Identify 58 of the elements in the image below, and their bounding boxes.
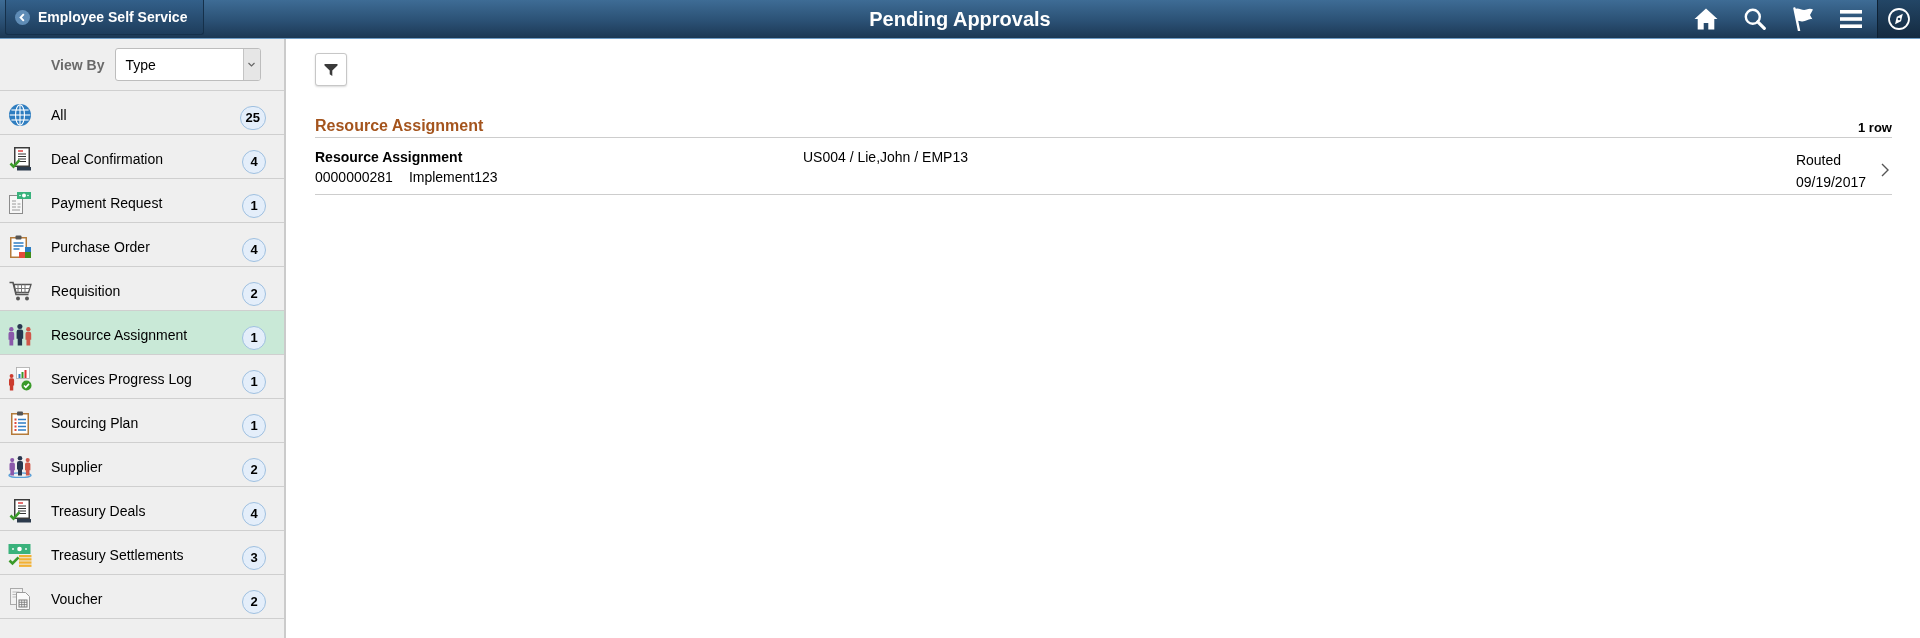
sidebar-item[interactable]: Deal Confirmation 4 (0, 135, 284, 179)
cart-icon (8, 280, 32, 301)
document-check-icon (9, 498, 31, 523)
sidebar-item[interactable]: Purchase Order 4 (0, 223, 284, 267)
count-badge: 25 (239, 105, 266, 130)
people-icon (8, 323, 32, 346)
assignee-text: US004 / Lie,John / EMP13 (803, 148, 968, 167)
menu-icon[interactable] (1840, 10, 1862, 28)
count-badge: 4 (242, 149, 266, 174)
filter-button[interactable] (315, 53, 347, 86)
sidebar-item[interactable]: Payment Request 1 (0, 179, 284, 223)
document-banknote-icon (8, 190, 32, 215)
date-text: 09/19/2017 (1795, 173, 1866, 192)
count-badge: 1 (242, 193, 266, 218)
sidebar-item[interactable]: Services Progress Log 1 (0, 355, 284, 399)
navigator-button[interactable] (1877, 0, 1920, 38)
search-icon[interactable] (1744, 8, 1766, 30)
flag-icon[interactable] (1792, 7, 1814, 31)
count-badge: 1 (242, 369, 266, 394)
count-badge: 4 (242, 237, 266, 262)
sidebar-item[interactable]: Sourcing Plan 1 (0, 399, 284, 443)
page-title: Pending Approvals (869, 7, 1051, 31)
count-badge: 2 (242, 589, 266, 614)
filter-icon (324, 62, 338, 77)
count-badge: 4 (242, 501, 266, 526)
request-description: Implement123 (408, 168, 498, 187)
home-icon[interactable] (1694, 8, 1718, 30)
status-text: Routed (1795, 151, 1842, 170)
sidebar-item[interactable]: Resource Assignment 1 (0, 311, 284, 355)
count-badge: 2 (242, 281, 266, 306)
globe-icon (9, 103, 31, 126)
count-badge: 2 (242, 457, 266, 482)
documents-icon (9, 586, 31, 611)
clipboard-list-icon (9, 410, 31, 435)
section-title: Resource Assignment (315, 116, 484, 135)
sidebar-item[interactable]: Treasury Deals 4 (0, 487, 284, 531)
document-check-icon (9, 146, 31, 171)
sidebar-item[interactable]: All 25 (0, 91, 284, 135)
view-by-label: View By (51, 56, 105, 73)
back-icon (15, 9, 30, 25)
view-by-select[interactable]: Type (115, 48, 262, 81)
request-title: Resource Assignment (315, 148, 463, 167)
clipboard-icon (8, 234, 32, 259)
count-badge: 1 (242, 413, 266, 438)
row-count: 1 row (1858, 120, 1892, 135)
count-badge: 3 (242, 545, 266, 570)
sidebar-item[interactable]: Voucher 2 (0, 575, 284, 619)
count-badge: 1 (242, 325, 266, 350)
banknote-check-icon (8, 542, 32, 567)
caret-down-icon (243, 49, 261, 80)
sidebar-item[interactable]: Supplier 2 (0, 443, 284, 487)
chevron-right-icon[interactable] (1881, 163, 1889, 177)
chart-person-icon (8, 366, 32, 391)
request-number: 0000000281 (315, 168, 393, 187)
back-button[interactable]: Employee Self Service (5, 0, 205, 35)
sidebar-item[interactable]: Treasury Settlements 3 (0, 531, 284, 575)
people-icon (8, 455, 32, 478)
compass-icon (1888, 8, 1910, 30)
